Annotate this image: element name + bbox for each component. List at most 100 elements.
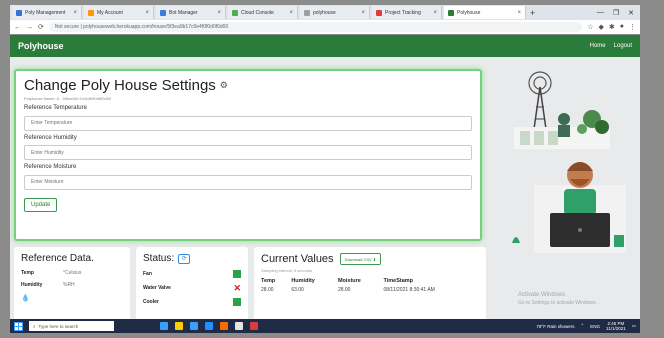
tab-close-icon[interactable]: × — [514, 10, 521, 16]
browser-tab[interactable]: Project Tracking × — [372, 6, 442, 19]
menu-icon[interactable]: ⋮ — [629, 23, 636, 31]
taskbar-app-icon[interactable] — [220, 322, 228, 330]
tab-label: My Account — [97, 9, 123, 16]
brand-logo[interactable]: Polyhouse — [18, 41, 64, 51]
tab-label: polyhouse — [313, 9, 336, 16]
moisture-input[interactable] — [24, 174, 472, 190]
clock[interactable]: 2:45 PM 11/1/2021 — [606, 321, 626, 331]
nav-links: Home Logout — [590, 43, 632, 49]
taskbar-search-placeholder: Type here to search — [38, 323, 79, 329]
status-cooler-row: Cooler — [143, 298, 241, 306]
taskbar-app-icon[interactable] — [175, 322, 183, 330]
farmer-illustration — [512, 71, 626, 253]
window-controls: — ❐ ✕ — [597, 9, 640, 17]
tab-favicon-icon — [88, 9, 94, 16]
tab-label: Polyhouse — [457, 9, 481, 16]
weather-text[interactable]: 79°F Rain showers — [536, 324, 574, 329]
system-tray: 79°F Rain showers ⌃ ENG 2:45 PM 11/1/202… — [536, 321, 636, 331]
tab-label: Poly Management — [25, 9, 66, 16]
reference-data-title: Reference Data. — [21, 253, 94, 264]
logout-link[interactable]: Logout — [614, 43, 632, 49]
tab-favicon-icon — [16, 9, 22, 16]
profile-icon[interactable]: ● — [620, 23, 624, 31]
extension-icons: ☆ ◆ ✱ ● ⋮ — [587, 23, 636, 31]
taskbar-search-input[interactable]: ⌕ Type here to search — [29, 321, 114, 331]
table-header-row: Temp Humidity Moisture TimeStamp — [261, 276, 479, 285]
tab-close-icon[interactable]: × — [70, 10, 77, 16]
close-window-button[interactable]: ✕ — [628, 9, 634, 17]
screenshot-frame: Poly Management × My Account × Bot Manager × C… — [0, 0, 664, 338]
status-refresh-icon[interactable]: ⟳ — [178, 253, 191, 264]
browser-tab[interactable]: Polyhouse × — [444, 6, 526, 19]
reference-data-card: Reference Data. Temp °Celsius Humidity %… — [14, 247, 130, 319]
table-header-cell: TimeStamp — [383, 278, 414, 284]
page-content: Change Poly House Settings ⚙ Polyhouse N… — [10, 57, 640, 319]
tab-label: Project Tracking — [385, 9, 421, 16]
status-cooler-label: Cooler — [143, 299, 159, 305]
tab-close-icon[interactable]: × — [430, 10, 437, 16]
browser-tab[interactable]: Poly Management × — [12, 6, 82, 19]
address-bar[interactable]: Not secure | polyhouseweb.herokuapp.com/… — [48, 22, 583, 32]
farmer-avatar-icon — [534, 162, 626, 253]
status-title-text: Status: — [143, 253, 175, 264]
search-icon: ⌕ — [33, 323, 36, 329]
status-title: Status: ⟳ — [143, 253, 241, 264]
notification-icon[interactable]: ▭ — [632, 323, 636, 329]
minimize-button[interactable]: — — [597, 9, 604, 17]
current-values-title: Current Values — [261, 253, 334, 265]
humidity-input[interactable] — [24, 145, 472, 160]
settings-title-text: Change Poly House Settings — [24, 77, 216, 94]
star-icon[interactable]: ☆ — [587, 23, 593, 31]
settings-subtitle: Polyhouse Name: A - 5f3ea9b17c0e4f0f0d0f… — [24, 96, 112, 101]
reference-moisture-group: Reference Moisture — [24, 164, 472, 190]
settings-card: Change Poly House Settings ⚙ Polyhouse N… — [14, 69, 482, 241]
taskbar-app-icon[interactable] — [235, 322, 243, 330]
table-header-cell: Humidity — [291, 278, 315, 284]
forward-icon[interactable]: → — [26, 24, 33, 31]
puzzle-icon[interactable]: ✱ — [609, 23, 615, 31]
tab-label: Cloud Console — [241, 9, 274, 16]
reference-humidity-value: %RH — [63, 282, 75, 288]
tab-close-icon[interactable]: × — [358, 10, 365, 16]
watermark-line-1: Activate Windows — [518, 292, 566, 298]
tab-close-icon[interactable]: × — [286, 10, 293, 16]
temperature-input[interactable] — [24, 115, 472, 131]
taskbar-apps — [160, 322, 258, 330]
browser-tab[interactable]: Cloud Console × — [228, 6, 298, 19]
table-cell: 28.00 — [261, 287, 274, 293]
update-button[interactable]: Update — [24, 197, 58, 212]
reference-moisture-label: Reference Moisture — [24, 164, 77, 170]
settings-title: Change Poly House Settings ⚙ — [24, 77, 472, 94]
browser-toolbar: ← → ⟳ Not secure | polyhouseweb.herokuap… — [10, 20, 640, 34]
reference-humidity-row: Humidity %RH — [21, 282, 123, 288]
home-link[interactable]: Home — [590, 43, 606, 49]
browser-tab[interactable]: polyhouse × — [300, 6, 370, 19]
taskbar-app-icon[interactable] — [190, 322, 198, 330]
windows-start-icon[interactable] — [14, 321, 23, 331]
table-body: 28.00 63.00 28.00 08/11/2021 8:30:41 AM — [261, 285, 479, 293]
reload-icon[interactable]: ⟳ — [38, 23, 44, 31]
new-tab-button[interactable]: + — [530, 8, 535, 18]
settings-gear-icon: ⚙ — [219, 80, 228, 90]
language-indicator[interactable]: ENG — [590, 324, 600, 329]
browser-tab[interactable]: Bot Manager × — [156, 6, 226, 19]
tab-close-icon[interactable]: × — [142, 10, 149, 16]
reference-humidity-label-text: Humidity — [21, 282, 43, 288]
back-icon[interactable]: ← — [14, 24, 21, 31]
antenna-tower-icon — [528, 71, 552, 130]
tab-label: Bot Manager — [169, 9, 198, 16]
current-values-card: Current Values Download CSV ⬇ Sampling i… — [254, 247, 486, 319]
status-water-valve-row: Water Valve ✕ — [143, 284, 241, 293]
up-arrow-icon[interactable]: ⌃ — [581, 323, 585, 329]
tab-favicon-icon — [304, 9, 310, 16]
reference-temp-value: °Celsius — [63, 270, 82, 276]
browser-tab[interactable]: My Account × — [84, 6, 154, 19]
download-csv-button[interactable]: Download CSV ⬇ — [339, 253, 382, 265]
maximize-button[interactable]: ❐ — [613, 9, 619, 17]
tab-close-icon[interactable]: × — [214, 10, 221, 16]
taskbar-app-icon[interactable] — [250, 322, 258, 330]
taskbar-app-icon[interactable] — [205, 322, 213, 330]
taskbar-app-icon[interactable] — [160, 322, 168, 330]
windows-taskbar: ⌕ Type here to search 79°F Rain showers … — [10, 319, 640, 333]
extension-icon[interactable]: ◆ — [599, 23, 604, 31]
